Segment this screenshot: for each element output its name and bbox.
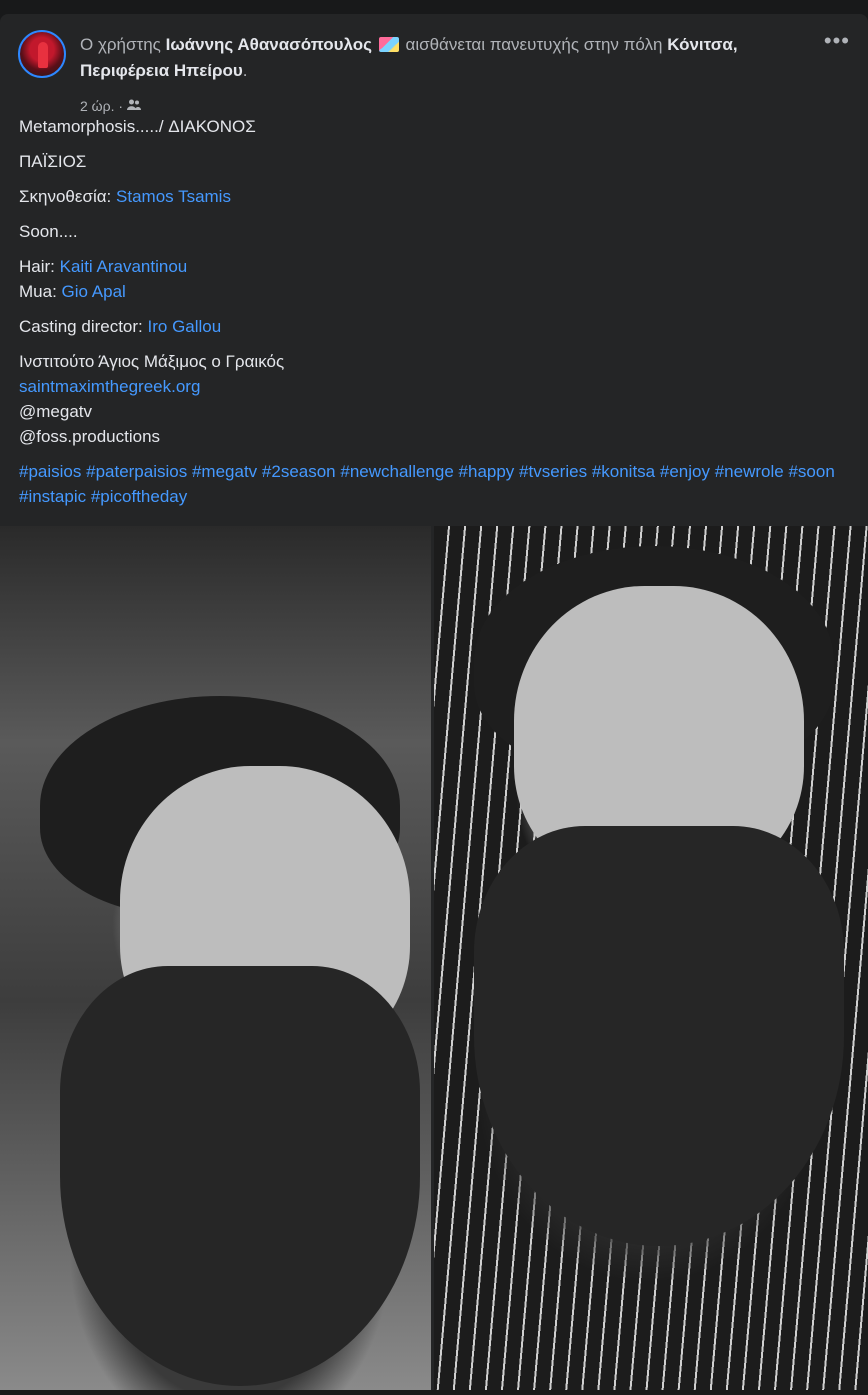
friends-icon[interactable]	[126, 98, 141, 114]
mua-label: Mua:	[19, 282, 57, 301]
location-suffix: .	[242, 61, 248, 80]
hair-label: Hair:	[19, 257, 55, 276]
post-header-text: Ο χρήστης Ιωάννης Αθανασόπουλος αισθάνετ…	[80, 32, 770, 84]
hashtag-link[interactable]: #konitsa	[592, 462, 655, 481]
author-prefix: Ο χρήστης	[80, 35, 161, 54]
mention-text: @megatv	[19, 402, 93, 421]
hashtag-link[interactable]: #instapic	[19, 487, 86, 506]
post-meta: 2 ώρ. ·	[80, 98, 141, 114]
hashtag-link[interactable]: #picoftheday	[91, 487, 187, 506]
more-options-icon[interactable]: •••	[824, 28, 850, 54]
institute-block: Ινστιτούτο Άγιος Μάξιμος ο Γραικός saint…	[19, 349, 849, 449]
text-line: Metamorphosis...../ ΔΙΑΚΟΝΟΣ	[19, 117, 256, 136]
hashtags: #paisios #paterpaisios #megatv #2season …	[19, 459, 849, 509]
hashtag-link[interactable]: #2season	[262, 462, 336, 481]
hashtag-link[interactable]: #megatv	[192, 462, 257, 481]
timestamp[interactable]: 2 ώρ.	[80, 98, 114, 114]
feeling-text: αισθάνεται πανευτυχής στην πόλη	[405, 35, 663, 54]
credits-block: Hair: Kaiti Aravantinou Mua: Gio Apal	[19, 254, 849, 304]
post-photo-right[interactable]	[434, 526, 868, 1390]
hashtag-link[interactable]: #happy	[459, 462, 515, 481]
flag-emoji-icon	[378, 37, 399, 52]
hashtag-link[interactable]: #newchallenge	[340, 462, 453, 481]
mua-link[interactable]: Gio Apal	[62, 282, 126, 301]
casting-link[interactable]: Iro Gallou	[148, 317, 222, 336]
institute-text: Ινστιτούτο Άγιος Μάξιμος ο Γραικός	[19, 352, 285, 371]
direction-link[interactable]: Stamos Tsamis	[116, 187, 231, 206]
hashtag-link[interactable]: #paisios	[19, 462, 81, 481]
casting-line: Casting director: Iro Gallou	[19, 314, 849, 339]
hashtag-link[interactable]: #paterpaisios	[86, 462, 187, 481]
direction-label: Σκηνοθεσία:	[19, 187, 112, 206]
post-body: Metamorphosis...../ ΔΙΑΚΟΝΟΣ ΠΑΪΣΙΟΣ Σκη…	[19, 114, 849, 519]
hashtag-link[interactable]: #soon	[788, 462, 834, 481]
hashtag-link[interactable]: #newrole	[715, 462, 784, 481]
author-name[interactable]: Ιωάννης Αθανασόπουλος	[166, 35, 372, 54]
avatar[interactable]	[18, 30, 66, 78]
direction-line: Σκηνοθεσία: Stamos Tsamis	[19, 184, 849, 209]
post-photo-left[interactable]	[0, 526, 431, 1390]
mention-text: @foss.productions	[19, 427, 161, 446]
hashtag-link[interactable]: #tvseries	[519, 462, 587, 481]
text-line: Soon....	[19, 222, 78, 241]
post-photos	[0, 526, 868, 1390]
meta-separator: ·	[118, 98, 124, 114]
hashtag-link[interactable]: #enjoy	[660, 462, 710, 481]
post-card: Ο χρήστης Ιωάννης Αθανασόπουλος αισθάνετ…	[0, 14, 868, 1390]
casting-label: Casting director:	[19, 317, 143, 336]
post-header: Ο χρήστης Ιωάννης Αθανασόπουλος αισθάνετ…	[18, 30, 850, 114]
website-link[interactable]: saintmaximthegreek.org	[19, 377, 200, 396]
text-line: ΠΑΪΣΙΟΣ	[19, 152, 87, 171]
hair-link[interactable]: Kaiti Aravantinou	[60, 257, 188, 276]
